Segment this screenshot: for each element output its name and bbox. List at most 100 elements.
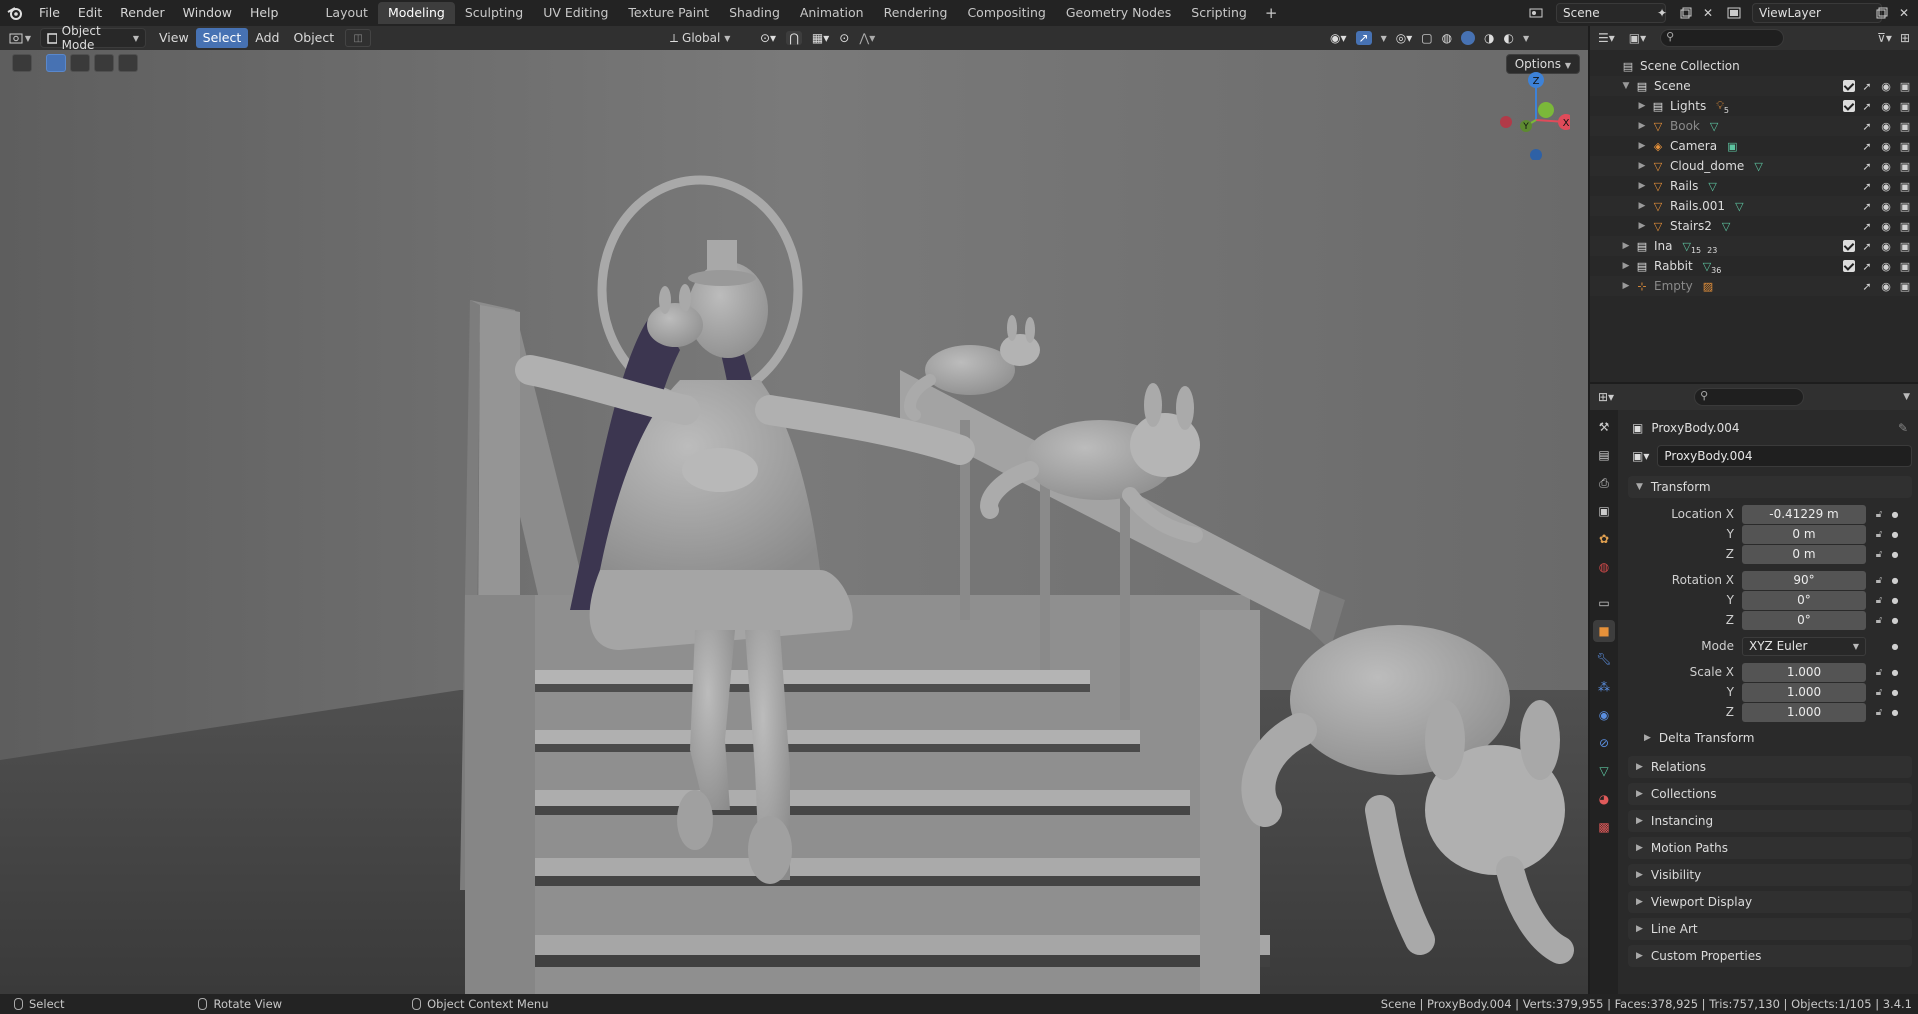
outliner-item-book[interactable]: ▶ ▽ Book ▽ ➚ ◉ ▣ <box>1590 116 1918 136</box>
camera-data-icon[interactable]: ▣ <box>1727 140 1737 153</box>
outliner-editor-icon[interactable]: ☰▾ <box>1598 31 1615 45</box>
keyframe-dot-icon[interactable]: ● <box>1888 510 1902 519</box>
add-workspace-button[interactable]: + <box>1257 4 1286 22</box>
chevron-right-icon[interactable]: ▶ <box>1620 281 1632 291</box>
outliner-search-input[interactable]: ⚲ <box>1660 29 1785 47</box>
tab-modeling[interactable]: Modeling <box>377 2 455 24</box>
select-new-icon[interactable] <box>46 54 66 72</box>
tab-scripting[interactable]: Scripting <box>1181 2 1257 24</box>
lock-icon[interactable]: 🔓︎ <box>1870 707 1888 718</box>
gizmo-y-neg[interactable] <box>1538 102 1554 118</box>
transform-panel-header[interactable]: ▼ Transform <box>1628 476 1912 498</box>
keyframe-dot-icon[interactable]: ● <box>1888 616 1902 625</box>
select-subtract-icon[interactable] <box>94 54 114 72</box>
chevron-right-icon[interactable]: ▶ <box>1636 181 1648 191</box>
xray-icon[interactable]: ▢ <box>1421 31 1432 45</box>
output-tab-icon[interactable]: ⎙ <box>1593 472 1615 494</box>
delta-transform-subpanel[interactable]: ▶ Delta Transform <box>1622 728 1918 748</box>
keyframe-dot-icon[interactable]: ● <box>1888 550 1902 559</box>
menu-file[interactable]: File <box>30 2 69 24</box>
panel-instancing[interactable]: ▶ Instancing <box>1628 810 1912 832</box>
proportional-edit-icon[interactable]: ⊙ <box>839 31 849 45</box>
filter-icon[interactable]: ⊽▾ <box>1877 31 1892 45</box>
scale-x-field[interactable]: 1.000 <box>1742 662 1866 682</box>
chevron-down-icon[interactable]: ▼ <box>1381 34 1387 43</box>
rotation-z-field[interactable]: 0° <box>1742 610 1866 630</box>
location-y-field[interactable]: 0 m <box>1742 524 1866 544</box>
location-z-field[interactable]: 0 m <box>1742 544 1866 564</box>
new-view-layer-icon[interactable] <box>1872 3 1892 23</box>
new-collection-icon[interactable]: ⊞ <box>1900 31 1910 45</box>
keyframe-dot-icon[interactable]: ● <box>1888 708 1902 717</box>
texture-tab-icon[interactable]: ▩ <box>1593 816 1615 838</box>
light-icon[interactable]: 💡︎ <box>1716 99 1724 113</box>
outliner-item-rails-001[interactable]: ▶ ▽ Rails.001 ▽ ➚ ◉ ▣ <box>1590 196 1918 216</box>
modifier-tab-icon[interactable]: 🔧︎ <box>1593 648 1615 670</box>
outliner-item-cloud-dome[interactable]: ▶ ▽ Cloud_dome ▽ ➚ ◉ ▣ <box>1590 156 1918 176</box>
snap-increment-icon[interactable]: ▦▾ <box>812 31 829 45</box>
lock-icon[interactable]: 🔓︎ <box>1870 595 1888 606</box>
scene-collection-row[interactable]: ▤ Scene Collection <box>1590 56 1918 76</box>
scene-tab-icon[interactable]: ✿ <box>1593 528 1615 550</box>
gizmo-x-neg[interactable] <box>1500 116 1512 128</box>
lock-icon[interactable]: 🔓︎ <box>1870 575 1888 586</box>
view-layer-icon[interactable] <box>1724 3 1744 23</box>
lock-icon[interactable]: 🔓︎ <box>1870 529 1888 540</box>
scale-z-field[interactable]: 1.000 <box>1742 702 1866 722</box>
object-type-icon[interactable]: ▣▾ <box>1632 449 1649 463</box>
location-x-field[interactable]: -0.41229 m <box>1742 504 1866 524</box>
menu-add[interactable]: Add <box>248 28 286 48</box>
world-tab-icon[interactable]: ◍ <box>1593 556 1615 578</box>
tab-animation[interactable]: Animation <box>790 2 874 24</box>
mesh-data-icon[interactable]: ▽ <box>1710 120 1718 133</box>
display-mode-icon[interactable]: ▣▾ <box>1629 31 1646 45</box>
properties-editor-icon[interactable]: ⊞▾ <box>1598 390 1614 404</box>
data-tab-icon[interactable]: ▽ <box>1593 760 1615 782</box>
select-arrow-icon[interactable]: ➚ <box>1860 100 1874 113</box>
collection-tab-icon[interactable]: ▭ <box>1593 592 1615 614</box>
camera-render-icon[interactable]: ▣ <box>1898 240 1912 253</box>
panel-collections[interactable]: ▶ Collections <box>1628 783 1912 805</box>
camera-render-icon[interactable]: ▣ <box>1898 140 1912 153</box>
material-shading-icon[interactable]: ◑ <box>1484 31 1494 45</box>
tool-tab-icon[interactable]: ⚒ <box>1593 416 1615 438</box>
tab-rendering[interactable]: Rendering <box>874 2 958 24</box>
camera-render-icon[interactable]: ▣ <box>1898 160 1912 173</box>
panel-motion-paths[interactable]: ▶ Motion Paths <box>1628 837 1912 859</box>
physics-tab-icon[interactable]: ◉ <box>1593 704 1615 726</box>
outliner-item-ina[interactable]: ▶ ▤ Ina ▽ 15 23 ➚ ◉ ▣ <box>1590 236 1918 256</box>
select-extend-icon[interactable] <box>70 54 90 72</box>
tab-layout[interactable]: Layout <box>315 2 378 24</box>
mesh-data-icon[interactable]: ▽ <box>1708 180 1716 193</box>
snap-magnet-icon[interactable]: ⋂ <box>786 31 802 45</box>
pin-icon[interactable]: ✎ <box>1898 421 1908 435</box>
eye-icon[interactable]: ◉ <box>1879 160 1893 173</box>
tab-shading[interactable]: Shading <box>719 2 790 24</box>
chevron-right-icon[interactable]: ▶ <box>1636 201 1648 211</box>
eye-icon[interactable]: ◉ <box>1879 100 1893 113</box>
outliner-item-scene[interactable]: ▼ ▤ Scene ➚ ◉ ▣ <box>1590 76 1918 96</box>
tab-sculpting[interactable]: Sculpting <box>455 2 533 24</box>
gpencil-button[interactable]: ◫ <box>345 29 372 47</box>
select-intersect-icon[interactable] <box>118 54 138 72</box>
camera-render-icon[interactable]: ▣ <box>1898 100 1912 113</box>
tab-geometry-nodes[interactable]: Geometry Nodes <box>1056 2 1181 24</box>
navigation-gizmo[interactable]: Z X Y <box>1490 70 1570 160</box>
scene-name-field[interactable]: Scene <box>1556 3 1666 23</box>
select-arrow-icon[interactable]: ➚ <box>1860 180 1874 193</box>
chevron-right-icon[interactable]: ▶ <box>1620 261 1632 271</box>
falloff-icon[interactable]: ⋀▾ <box>859 31 875 45</box>
lock-icon[interactable]: 🔓︎ <box>1870 667 1888 678</box>
menu-help[interactable]: Help <box>241 2 288 24</box>
panel-viewport-display[interactable]: ▶ Viewport Display <box>1628 891 1912 913</box>
menu-render[interactable]: Render <box>111 2 174 24</box>
menu-select[interactable]: Select <box>195 28 249 48</box>
constraints-tab-icon[interactable]: ⊘ <box>1593 732 1615 754</box>
camera-render-icon[interactable]: ▣ <box>1898 80 1912 93</box>
object-tab-icon[interactable]: ■ <box>1593 620 1615 642</box>
delete-view-layer-icon[interactable]: ✕ <box>1894 3 1914 23</box>
eye-icon[interactable]: ◉ <box>1879 140 1893 153</box>
exclude-checkbox[interactable] <box>1843 100 1855 112</box>
blender-logo-icon[interactable] <box>0 0 30 26</box>
keyframe-dot-icon[interactable]: ● <box>1888 530 1902 539</box>
